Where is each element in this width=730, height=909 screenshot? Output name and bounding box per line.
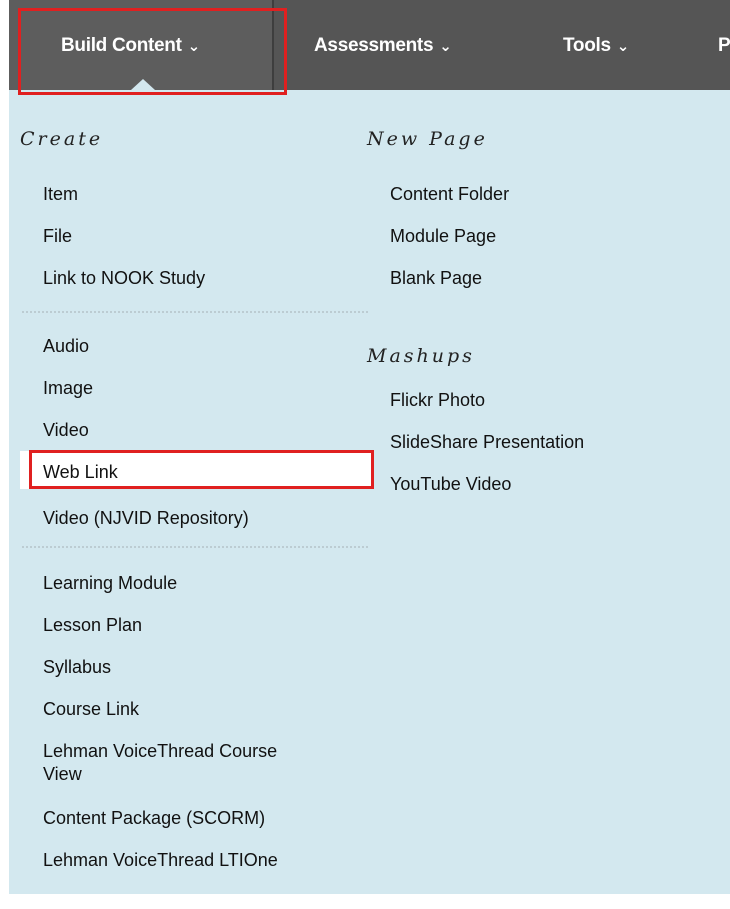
build-content-highlight-box [18, 8, 287, 95]
menu-item-youtube-video[interactable]: YouTube Video [390, 474, 511, 495]
menu-item-module-page[interactable]: Module Page [390, 226, 496, 247]
menu-item-content-folder[interactable]: Content Folder [390, 184, 509, 205]
tab-tools[interactable]: Tools ⌄ [563, 0, 629, 90]
create-heading: Create [20, 128, 104, 150]
web-link-highlight-box [29, 450, 374, 489]
chevron-down-icon: ⌄ [439, 38, 452, 55]
menu-item-slideshare-presentation[interactable]: SlideShare Presentation [390, 432, 584, 453]
menu-item-lehman-voicethread-ltione[interactable]: Lehman VoiceThread LTIOne [43, 850, 278, 871]
menu-item-content-package-scorm[interactable]: Content Package (SCORM) [43, 808, 265, 829]
menu-item-file[interactable]: File [43, 226, 72, 247]
menu-item-lehman-voicethread-course-view[interactable]: Lehman VoiceThread Course [43, 741, 277, 762]
tab-partial[interactable]: P [718, 0, 730, 90]
menu-item-item[interactable]: Item [43, 184, 78, 205]
menu-item-lehman-voicethread-course-view-line2[interactable]: View [43, 764, 82, 785]
menu-item-syllabus[interactable]: Syllabus [43, 657, 111, 678]
divider [22, 546, 368, 548]
menu-item-audio[interactable]: Audio [43, 336, 89, 357]
chevron-down-icon: ⌄ [616, 38, 630, 55]
tab-tools-label: Tools [563, 35, 611, 56]
new-page-heading: New Page [367, 128, 488, 150]
menu-item-course-link[interactable]: Course Link [43, 699, 139, 720]
tab-assessments[interactable]: Assessments ⌄ [314, 0, 452, 90]
menu-item-video[interactable]: Video [43, 420, 89, 441]
mashups-heading: Mashups [367, 345, 475, 367]
menu-item-lesson-plan[interactable]: Lesson Plan [43, 615, 142, 636]
menu-item-image[interactable]: Image [43, 378, 93, 399]
tab-partial-label: P [718, 35, 730, 56]
tab-assessments-label: Assessments [314, 35, 434, 56]
menu-item-video-njvid[interactable]: Video (NJVID Repository) [43, 508, 249, 529]
menu-item-blank-page[interactable]: Blank Page [390, 268, 482, 289]
menu-item-flickr-photo[interactable]: Flickr Photo [390, 390, 485, 411]
menu-item-link-to-nook-study[interactable]: Link to NOOK Study [43, 268, 205, 289]
build-content-dropdown [9, 90, 730, 894]
menu-item-learning-module[interactable]: Learning Module [43, 573, 177, 594]
divider [22, 311, 368, 313]
